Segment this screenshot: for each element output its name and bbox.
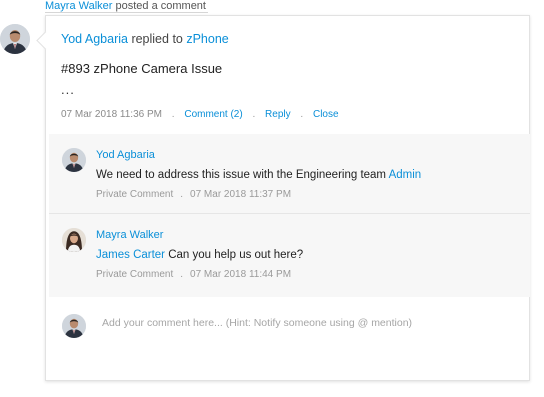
comment-text: We need to address this issue with the E… (96, 169, 421, 181)
comment-timestamp: 07 Mar 2018 11:44 PM (190, 269, 292, 280)
ticket-title[interactable]: #893 zPhone Camera Issue (61, 61, 222, 76)
male-user-avatar-icon (62, 148, 86, 172)
post-target-link[interactable]: zPhone (186, 32, 228, 46)
comment-body: We need to address this issue with the E… (96, 169, 389, 181)
ticket-excerpt: ... (61, 82, 75, 97)
comment-item: Mayra Walker James Carter Can you help u… (49, 214, 530, 297)
notification-actor-link[interactable]: Mayra Walker (45, 0, 112, 12)
reply-link[interactable]: Reply (265, 109, 291, 120)
meta-separator: . (252, 109, 256, 120)
activity-card: Yod Agbaria replied to zPhone #893 zPhon… (45, 15, 530, 381)
comment-author-link[interactable]: Yod Agbaria (96, 149, 155, 161)
comment-visibility: Private Comment (96, 189, 174, 200)
comment-author-link[interactable]: Mayra Walker (96, 229, 163, 241)
comment-input[interactable] (102, 314, 502, 332)
notification-action: posted a comment (112, 0, 206, 12)
comment-thread: Yod Agbaria We need to address this issu… (49, 134, 530, 297)
current-user-avatar (62, 314, 86, 338)
post-header: Yod Agbaria replied to zPhone (61, 32, 229, 46)
activity-notification: Mayra Walker posted a comment (45, 0, 208, 13)
meta-separator: . (171, 109, 175, 120)
post-verb: replied to (127, 32, 187, 46)
comment-author-avatar[interactable] (62, 148, 86, 172)
comment-body: Can you help us out here? (165, 249, 304, 261)
comment-meta: Private Comment. 07 Mar 2018 11:44 PM (96, 269, 291, 280)
comment-count-link[interactable]: Comment (2) (184, 109, 242, 120)
meta-separator: . (180, 189, 184, 200)
post-author-link[interactable]: Yod Agbaria (61, 32, 128, 46)
male-user-avatar-icon (62, 314, 86, 338)
post-timestamp: 07 Mar 2018 11:36 PM (61, 109, 162, 120)
female-user-avatar-icon (62, 228, 86, 252)
comment-item: Yod Agbaria We need to address this issu… (49, 134, 530, 214)
comment-meta: Private Comment. 07 Mar 2018 11:37 PM (96, 189, 291, 200)
reply-composer (46, 298, 529, 378)
comment-visibility: Private Comment (96, 269, 174, 280)
male-user-avatar-icon (0, 24, 30, 54)
comment-timestamp: 07 Mar 2018 11:37 PM (190, 189, 292, 200)
meta-separator: . (300, 109, 304, 120)
comment-text: James Carter Can you help us out here? (96, 249, 303, 261)
mention-link[interactable]: James Carter (96, 249, 165, 261)
mention-link[interactable]: Admin (389, 169, 422, 181)
post-author-avatar[interactable] (0, 24, 30, 54)
comment-author-avatar[interactable] (62, 228, 86, 252)
meta-separator: . (180, 269, 184, 280)
close-link[interactable]: Close (313, 109, 339, 120)
post-meta: 07 Mar 2018 11:36 PM . Comment (2) . Rep… (61, 109, 339, 120)
